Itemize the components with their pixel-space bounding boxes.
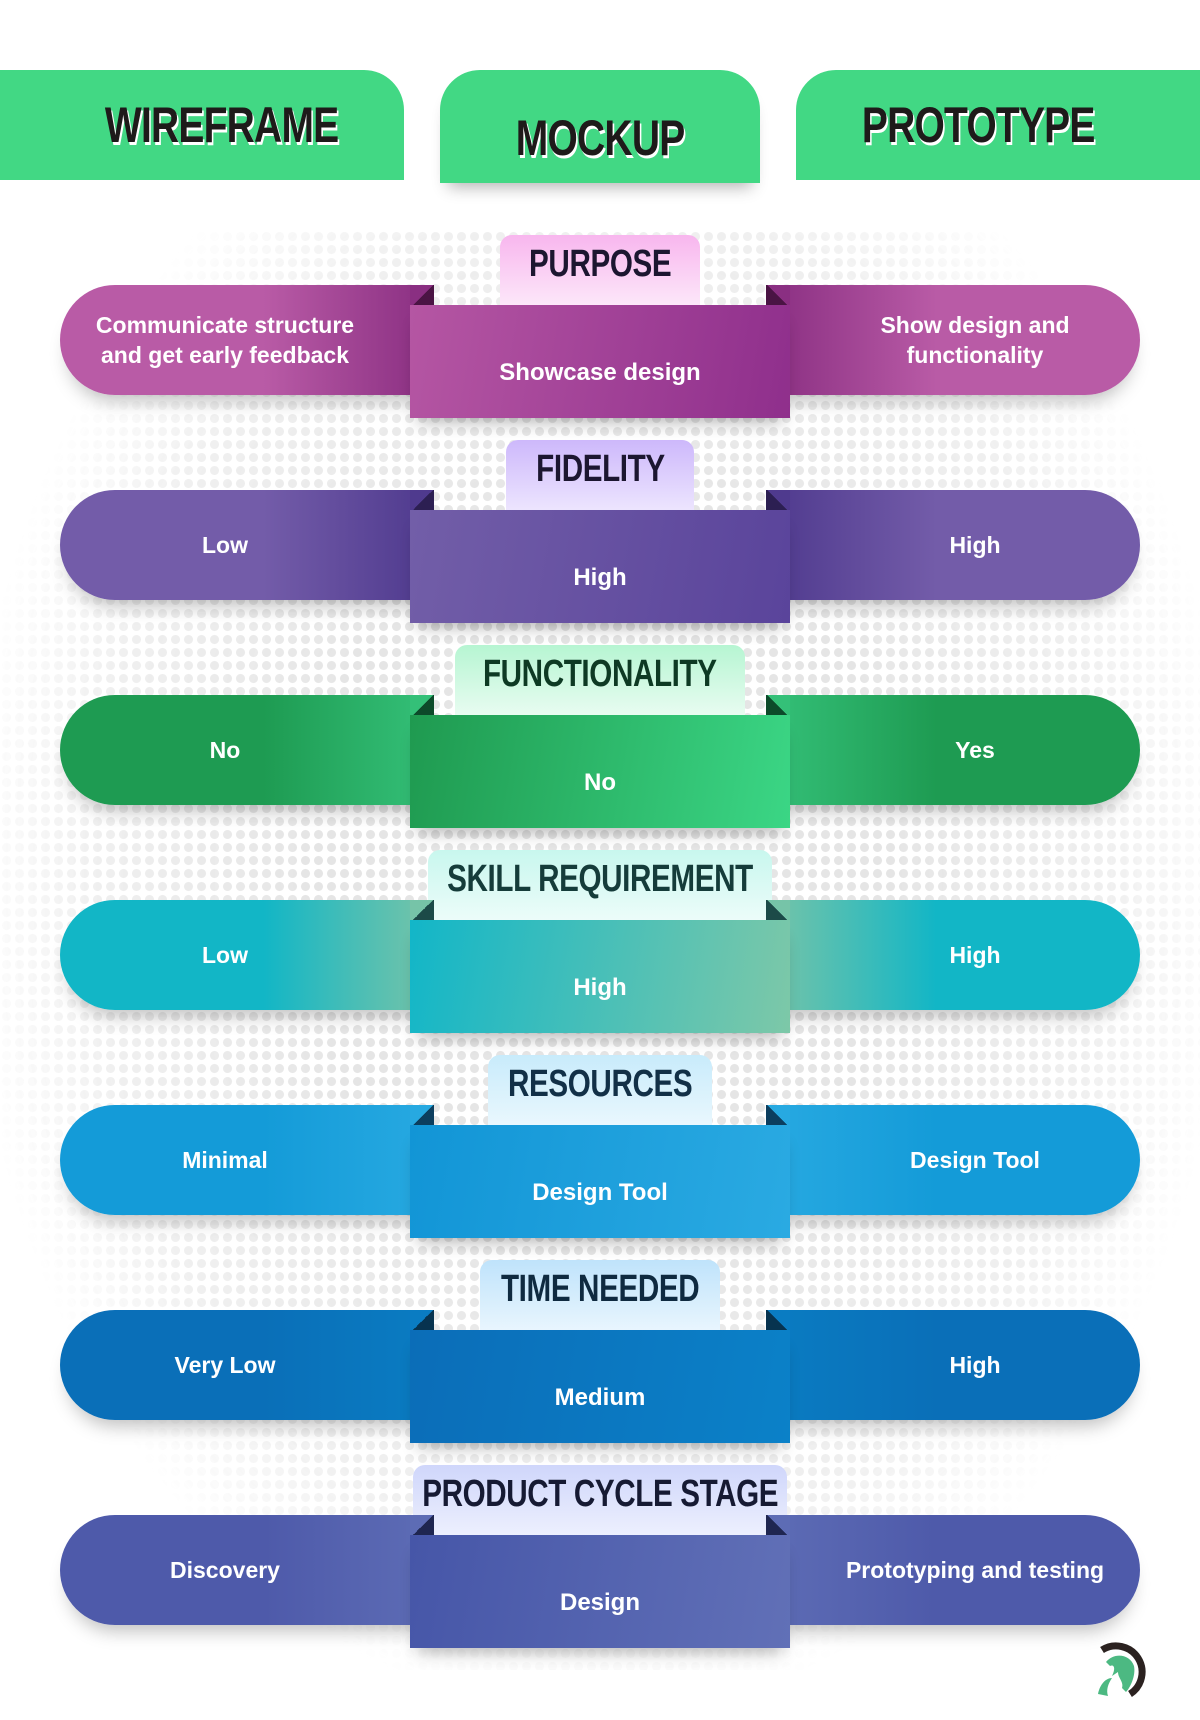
ribbon-fold-left xyxy=(410,1310,434,1332)
ribbon-fold-right xyxy=(766,900,790,922)
ribbon-fold-left xyxy=(410,1515,434,1537)
mockup-cell: Medium xyxy=(410,1330,790,1443)
prototype-cell: Prototyping and testing xyxy=(770,1515,1140,1625)
wireframe-value: Minimal xyxy=(182,1147,268,1173)
prototype-cell: High xyxy=(770,900,1140,1010)
header-mockup-label: MOCKUP xyxy=(515,109,685,166)
comparison-row-skill-requirement: SKILL REQUIREMENT Low High High xyxy=(0,850,1200,1090)
mockup-value: High xyxy=(573,973,627,1001)
prototype-value: High xyxy=(949,532,1001,558)
category-label-tab: FIDELITY xyxy=(506,440,694,520)
wireframe-value: No xyxy=(209,737,241,763)
wireframe-cell: No xyxy=(60,695,430,805)
wireframe-cell: Discovery xyxy=(60,1515,430,1625)
wireframe-cell: Very Low xyxy=(60,1310,430,1420)
ribbon-fold-right xyxy=(766,1310,790,1332)
prototype-value: High xyxy=(949,1352,1001,1378)
spartan-helmet-icon xyxy=(1098,1642,1146,1697)
prototype-cell: Design Tool xyxy=(770,1105,1140,1215)
prototype-cell: Yes xyxy=(770,695,1140,805)
category-label-tab: PRODUCT CYCLE STAGE xyxy=(413,1465,787,1545)
mockup-value: Design Tool xyxy=(532,1178,668,1206)
comparison-row-fidelity: FIDELITY Low High High xyxy=(0,440,1200,680)
ribbon-fold-right xyxy=(766,1515,790,1537)
ribbon-fold-right xyxy=(766,490,790,512)
ribbon-fold-left xyxy=(410,490,434,512)
header-prototype: PROTOTYPE xyxy=(796,70,1200,180)
category-label-tab: FUNCTIONALITY xyxy=(455,645,745,725)
wireframe-cell: Low xyxy=(60,490,430,600)
mockup-cell: Design xyxy=(410,1535,790,1648)
mockup-cell: Design Tool xyxy=(410,1125,790,1238)
mockup-cell: Showcase design xyxy=(410,305,790,418)
prototype-value: Show design and functionality xyxy=(880,312,1070,368)
wireframe-cell: Minimal xyxy=(60,1105,430,1215)
category-label-tab: TIME NEEDED xyxy=(480,1260,720,1340)
comparison-row-purpose: PURPOSE Communicate structure and get ea… xyxy=(0,235,1200,475)
wireframe-value: Discovery xyxy=(170,1557,280,1583)
mockup-cell: No xyxy=(410,715,790,828)
category-label-tab: PURPOSE xyxy=(500,235,700,315)
prototype-value: Design Tool xyxy=(910,1147,1040,1173)
mockup-value: High xyxy=(573,563,627,591)
ribbon-fold-left xyxy=(410,285,434,307)
mockup-value: No xyxy=(584,768,616,796)
mockup-value: Medium xyxy=(554,1383,646,1411)
comparison-row-time-needed: TIME NEEDED Very Low High Medium xyxy=(0,1260,1200,1500)
prototype-value: High xyxy=(949,942,1001,968)
prototype-value: Yes xyxy=(955,737,995,763)
mockup-value: Design xyxy=(559,1588,640,1616)
prototype-value: Prototyping and testing xyxy=(845,1557,1105,1583)
wireframe-value: Low xyxy=(202,532,248,558)
prototype-cell: Show design and functionality xyxy=(770,285,1140,395)
mockup-cell: High xyxy=(410,920,790,1033)
category-label-tab: SKILL REQUIREMENT xyxy=(428,850,772,930)
comparison-row-product-cycle-stage: PRODUCT CYCLE STAGE Discovery Prototypin… xyxy=(0,1465,1200,1705)
ribbon-fold-right xyxy=(766,1105,790,1127)
header-wireframe: WIREFRAME xyxy=(0,70,404,180)
category-label-tab: RESOURCES xyxy=(488,1055,712,1135)
ribbon-fold-right xyxy=(766,695,790,717)
header-mockup: MOCKUP xyxy=(440,70,760,183)
comparison-row-resources: RESOURCES Minimal Design Tool Design Too… xyxy=(0,1055,1200,1295)
wireframe-value: Low xyxy=(202,942,248,968)
ribbon-fold-right xyxy=(766,285,790,307)
ribbon-fold-left xyxy=(410,900,434,922)
wireframe-cell: Communicate structure and get early feed… xyxy=(60,285,430,395)
prototype-cell: High xyxy=(770,1310,1140,1420)
mockup-cell: High xyxy=(410,510,790,623)
header-wireframe-label: WIREFRAME xyxy=(105,97,339,153)
ribbon-fold-left xyxy=(410,695,434,717)
wireframe-cell: Low xyxy=(60,900,430,1010)
prototype-cell: High xyxy=(770,490,1140,600)
wireframe-value: Very Low xyxy=(174,1352,276,1378)
wireframe-value: Communicate structure and get early feed… xyxy=(95,312,355,368)
mockup-value: Showcase design xyxy=(499,358,701,386)
comparison-row-functionality: FUNCTIONALITY No Yes No xyxy=(0,645,1200,885)
header-prototype-label: PROTOTYPE xyxy=(861,97,1096,153)
ribbon-fold-left xyxy=(410,1105,434,1127)
